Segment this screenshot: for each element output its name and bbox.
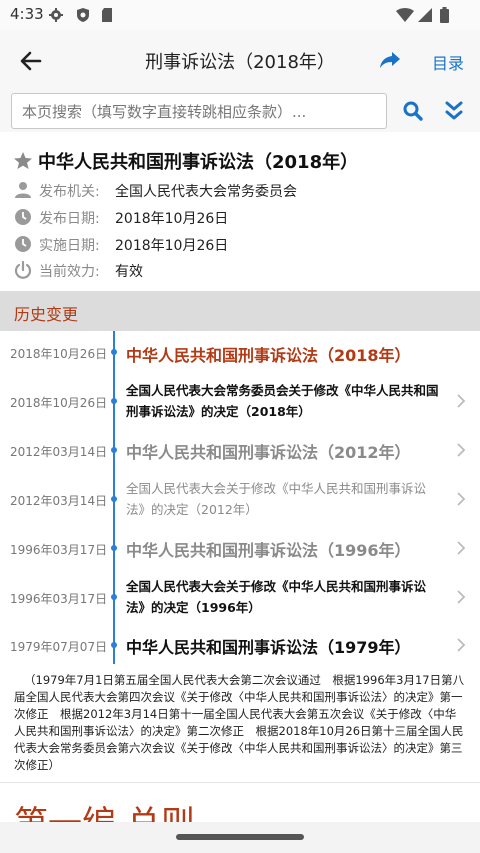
history-name: 中华人民共和国刑事诉讼法（2018年） xyxy=(126,346,411,365)
history-header: 历史变更 xyxy=(0,291,480,331)
divider xyxy=(0,782,480,783)
search-input[interactable]: 本页搜索（填写数字直接转跳相应条款）... xyxy=(11,93,387,129)
timeline-dot xyxy=(111,398,117,404)
history-name: 全国人民代表大会关于修改《中华人民共和国刑事诉讼法》的决定（1996年） xyxy=(126,579,427,615)
chevron-right-icon xyxy=(457,590,466,604)
sd-card-icon xyxy=(102,8,112,22)
star-icon[interactable] xyxy=(13,151,33,171)
timeline-dot xyxy=(111,642,117,648)
person-icon xyxy=(15,182,31,198)
meta-label: 当前效力: xyxy=(39,264,100,280)
chevron-right-icon xyxy=(457,492,466,506)
history-item[interactable]: 2018年10月26日 全国人民代表大会常务委员会关于修改《中华人民共和国刑事诉… xyxy=(0,373,480,429)
search-bar: 本页搜索（填写数字直接转跳相应条款）... xyxy=(0,90,480,132)
history-date: 1996年03月17日 xyxy=(10,592,108,606)
history-name: 中华人民共和国刑事诉讼法（2012年） xyxy=(126,443,411,462)
chevron-right-icon xyxy=(457,638,466,652)
timeline-dot xyxy=(111,447,117,453)
meta-validity: 当前效力: 有效 xyxy=(0,257,480,283)
home-gesture-pill[interactable] xyxy=(176,834,304,840)
history-name: 全国人民代表大会常务委员会关于修改《中华人民共和国刑事诉讼法》的决定（2018年… xyxy=(126,383,439,419)
toc-button[interactable]: 目录 xyxy=(432,50,464,74)
signal-icon xyxy=(418,8,432,22)
app-bar: 刑事诉讼法（2018年） 目录 xyxy=(0,30,480,90)
meta-issuer: 发布机关: 全国人民代表大会常务委员会 xyxy=(0,177,480,203)
meta-value: 2018年10月26日 xyxy=(115,211,229,227)
meta-label: 实施日期: xyxy=(39,238,100,254)
meta-label: 发布日期: xyxy=(39,211,100,227)
law-title: 中华人民共和国刑事诉讼法（2018年） xyxy=(38,152,359,173)
chevron-right-icon xyxy=(457,541,466,555)
power-icon xyxy=(14,261,32,279)
chevron-right-icon xyxy=(457,394,466,408)
share-icon[interactable] xyxy=(378,48,402,72)
history-item[interactable]: 2018年10月26日 中华人民共和国刑事诉讼法（2018年） xyxy=(0,331,480,373)
page-title: 刑事诉讼法（2018年） xyxy=(145,52,335,73)
wifi-icon xyxy=(396,8,414,22)
timeline-dot xyxy=(111,594,117,600)
history-name: 中华人民共和国刑事诉讼法（1996年） xyxy=(126,541,411,560)
law-preamble: （1979年7月1日第五届全国人民代表大会第二次会议通过 根据1996年3月17… xyxy=(14,673,465,772)
history-name: 全国人民代表大会关于修改《中华人民共和国刑事诉讼法》的决定（2012年） xyxy=(126,481,427,517)
double-chevron-down-icon[interactable] xyxy=(443,99,465,123)
history-title: 历史变更 xyxy=(14,305,79,324)
history-date: 2012年03月14日 xyxy=(10,494,108,508)
clock-icon xyxy=(15,209,31,225)
search-icon[interactable] xyxy=(402,100,424,122)
timeline-dot xyxy=(111,349,117,355)
history-date: 1996年03月17日 xyxy=(10,543,108,557)
law-title-row: 中华人民共和国刑事诉讼法（2018年） xyxy=(0,145,480,175)
settings-icon xyxy=(49,8,63,22)
history-item[interactable]: 1996年03月17日 中华人民共和国刑事诉讼法（1996年） xyxy=(0,527,480,569)
history-date: 1979年07月07日 xyxy=(10,640,108,654)
timeline-dot xyxy=(111,545,117,551)
clock-icon xyxy=(15,236,31,252)
battery-icon xyxy=(440,7,449,23)
history-date: 2018年10月26日 xyxy=(10,347,108,361)
history-item[interactable]: 1979年07月07日 中华人民共和国刑事诉讼法（1979年） xyxy=(0,625,480,665)
gesture-nav-bar xyxy=(0,822,480,853)
history-date: 2018年10月26日 xyxy=(10,396,108,410)
meta-value: 2018年10月26日 xyxy=(115,238,229,254)
history-date: 2012年03月14日 xyxy=(10,445,108,459)
timeline-dot xyxy=(111,496,117,502)
history-item[interactable]: 2012年03月14日 全国人民代表大会关于修改《中华人民共和国刑事诉讼法》的决… xyxy=(0,471,480,527)
meta-value: 有效 xyxy=(115,264,143,280)
meta-publish-date: 发布日期: 2018年10月26日 xyxy=(0,204,480,230)
shield-icon xyxy=(77,8,89,22)
history-item[interactable]: 1996年03月17日 全国人民代表大会关于修改《中华人民共和国刑事诉讼法》的决… xyxy=(0,569,480,625)
status-time: 4:33 xyxy=(10,5,44,23)
meta-label: 发布机关: xyxy=(39,184,100,200)
meta-value: 全国人民代表大会常务委员会 xyxy=(115,184,297,200)
history-item[interactable]: 2012年03月14日 中华人民共和国刑事诉讼法（2012年） xyxy=(0,429,480,471)
meta-effective-date: 实施日期: 2018年10月26日 xyxy=(0,231,480,257)
status-bar: 4:33 xyxy=(0,0,480,30)
history-name: 中华人民共和国刑事诉讼法（1979年） xyxy=(126,638,411,657)
chevron-right-icon xyxy=(457,443,466,457)
